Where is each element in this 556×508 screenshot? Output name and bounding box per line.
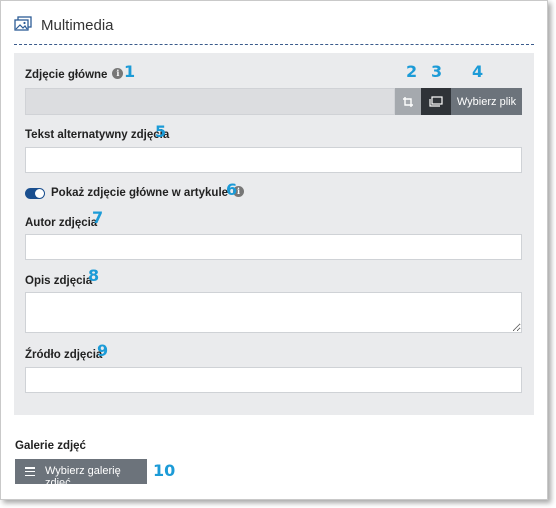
main-image-label: Zdjęcie główne i xyxy=(25,68,124,81)
callout-number-4: 4 xyxy=(472,62,484,81)
main-image-file-row: Wybierz plik xyxy=(25,88,522,115)
images-icon xyxy=(429,96,443,107)
callout-number-6: 6 xyxy=(226,180,238,199)
author-input[interactable] xyxy=(25,234,522,260)
main-image-file-display xyxy=(25,88,395,115)
multimedia-panel: Zdjęcie główne i 1 2 3 4 Wybierz plik Te… xyxy=(14,53,534,415)
section-title: Multimedia xyxy=(41,17,114,34)
description-textarea[interactable] xyxy=(25,292,522,333)
author-label: Autor zdjęcia xyxy=(25,217,98,229)
callout-number-2: 2 xyxy=(406,62,418,81)
crop-icon xyxy=(403,97,413,107)
show-main-image-label: Pokaż zdjęcie główne w artykule i xyxy=(51,186,245,199)
callout-number-1: 1 xyxy=(124,62,136,81)
callout-number-7: 7 xyxy=(92,208,104,227)
menu-icon xyxy=(25,467,35,477)
choose-gallery-button[interactable]: Wybierz galerię zdjęć xyxy=(15,459,147,489)
select-from-gallery-button[interactable] xyxy=(421,88,451,115)
source-input[interactable] xyxy=(25,367,522,393)
description-label: Opis zdjęcia xyxy=(25,275,93,287)
crop-button[interactable] xyxy=(395,88,421,115)
show-main-image-label-text: Pokaż zdjęcie główne w artykule xyxy=(51,187,229,199)
callout-number-9: 9 xyxy=(97,341,109,360)
alt-text-label: Tekst alternatywny zdjęcia xyxy=(25,129,170,141)
galleries-label: Galerie zdjęć xyxy=(15,440,86,452)
image-gallery-icon xyxy=(14,16,32,31)
choose-file-button[interactable]: Wybierz plik xyxy=(451,88,522,115)
callout-number-8: 8 xyxy=(88,266,100,285)
callout-number-10: 10 xyxy=(153,461,176,480)
source-label: Źródło zdjęcia xyxy=(25,349,103,361)
toggle-knob xyxy=(35,189,44,198)
callout-number-5: 5 xyxy=(155,122,167,141)
section-header: Multimedia xyxy=(14,11,534,45)
multimedia-window: Multimedia Zdjęcie główne i 1 2 3 4 Wybi… xyxy=(0,0,548,500)
main-image-label-text: Zdjęcie główne xyxy=(25,69,108,81)
callout-number-3: 3 xyxy=(431,62,443,81)
choose-gallery-button-label: Wybierz galerię zdjęć xyxy=(45,465,121,489)
info-icon[interactable]: i xyxy=(112,68,124,80)
show-main-image-toggle[interactable] xyxy=(25,188,45,199)
alt-text-input[interactable] xyxy=(25,147,522,173)
